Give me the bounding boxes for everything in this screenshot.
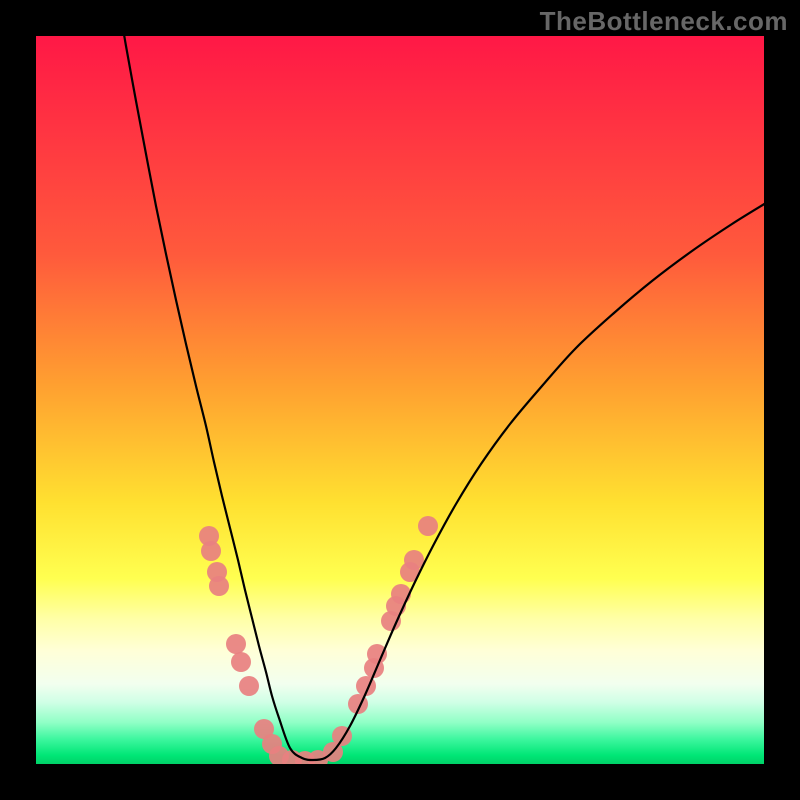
data-dot	[356, 676, 376, 696]
data-dot	[201, 541, 221, 561]
gradient-background	[36, 36, 764, 764]
chart-svg	[36, 36, 764, 764]
data-dot	[386, 596, 406, 616]
data-dot	[231, 652, 251, 672]
data-dot	[295, 751, 315, 764]
data-dot	[391, 584, 411, 604]
data-dot	[254, 719, 274, 739]
data-dot	[418, 516, 438, 536]
data-dot	[323, 742, 343, 762]
data-dot	[239, 676, 259, 696]
data-dot	[348, 694, 368, 714]
data-dot	[199, 526, 219, 546]
data-dot	[269, 746, 289, 764]
data-dot	[282, 750, 302, 764]
chart-frame: TheBottleneck.com	[0, 0, 800, 800]
data-dot	[207, 562, 227, 582]
data-dot	[404, 550, 424, 570]
data-dot	[209, 576, 229, 596]
watermark-text: TheBottleneck.com	[540, 6, 788, 37]
data-dot	[226, 634, 246, 654]
data-dot	[308, 750, 328, 764]
plot-area	[36, 36, 764, 764]
data-dot	[332, 726, 352, 746]
data-dot	[400, 562, 420, 582]
dots-layer	[199, 516, 438, 764]
bottleneck-curve	[121, 36, 764, 760]
data-dot	[381, 611, 401, 631]
data-dot	[364, 658, 384, 678]
data-dot	[367, 644, 387, 664]
data-dot	[262, 734, 282, 754]
